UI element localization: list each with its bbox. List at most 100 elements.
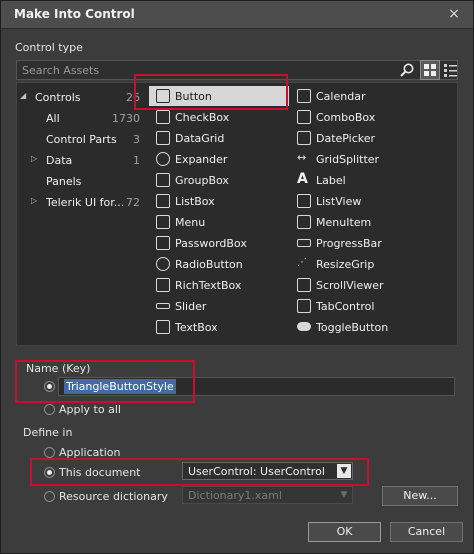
datagrid-icon bbox=[156, 131, 170, 145]
control-item-label: MenuItem bbox=[316, 216, 372, 229]
label-icon: A bbox=[297, 171, 308, 187]
define-in-highlight-box bbox=[30, 458, 369, 486]
list-view-icon[interactable] bbox=[441, 60, 459, 80]
control-item-label: GroupBox bbox=[175, 174, 229, 187]
control-item-label: Slider bbox=[175, 300, 207, 313]
textbox-icon bbox=[156, 320, 170, 334]
button-highlight-box bbox=[134, 74, 288, 110]
tree-item-label: Panels bbox=[46, 175, 82, 188]
passwordbox-icon bbox=[156, 236, 170, 250]
tree-item-data[interactable]: ▷ Data 1 bbox=[17, 151, 142, 171]
control-item-calendar[interactable]: Calendar bbox=[290, 86, 430, 106]
close-icon[interactable]: × bbox=[445, 5, 463, 23]
title-bar[interactable]: Make Into Control × bbox=[1, 1, 473, 29]
control-item-label: ToggleButton bbox=[316, 321, 389, 334]
tree-item-count: 1730 bbox=[112, 112, 140, 125]
define-in-heading: Define in bbox=[23, 426, 73, 439]
control-item-togglebutton[interactable]: ToggleButton bbox=[290, 317, 430, 337]
category-tree: ◢ Controls 26 All 1730 Control Parts 3 ▷… bbox=[17, 83, 144, 345]
tree-item-all[interactable]: All 1730 bbox=[17, 109, 142, 129]
tree-item-panels[interactable]: Panels bbox=[17, 172, 142, 192]
control-item-label: TabControl bbox=[316, 300, 375, 313]
dictionary-dropdown[interactable]: Dictionary1.xaml ▼ bbox=[182, 486, 353, 504]
menuitem-icon bbox=[297, 215, 311, 229]
control-item-checkbox[interactable]: CheckBox bbox=[149, 107, 289, 127]
control-item-label: PasswordBox bbox=[175, 237, 247, 250]
cancel-button[interactable]: Cancel bbox=[390, 522, 463, 542]
ok-button[interactable]: OK bbox=[308, 522, 381, 542]
tabcontrol-icon bbox=[297, 299, 311, 313]
calendar-icon bbox=[297, 89, 311, 103]
slider-icon bbox=[156, 303, 170, 309]
resource-dictionary-radio[interactable] bbox=[44, 491, 55, 502]
control-item-menuitem[interactable]: MenuItem bbox=[290, 212, 430, 232]
dialog-title: Make Into Control bbox=[14, 7, 135, 21]
grid-view-icon[interactable] bbox=[420, 60, 440, 80]
tree-item-controls[interactable]: ◢ Controls 26 bbox=[17, 88, 142, 108]
control-item-label: Label bbox=[316, 174, 346, 187]
tree-item-telerik[interactable]: ▷ Telerik UI for... 72 bbox=[17, 193, 142, 213]
control-item-tabcontrol[interactable]: TabControl bbox=[290, 296, 430, 316]
search-icon[interactable] bbox=[399, 62, 415, 78]
listview-icon bbox=[297, 194, 311, 208]
control-item-combobox[interactable]: ComboBox bbox=[290, 107, 430, 127]
tree-item-label: Controls bbox=[35, 91, 81, 104]
gridsplitter-icon: ↔ bbox=[297, 151, 307, 164]
apply-to-all-radio[interactable] bbox=[44, 404, 55, 415]
control-item-scrollviewer[interactable]: ScrollViewer bbox=[290, 275, 430, 295]
collapsed-arrow-icon[interactable]: ▷ bbox=[31, 196, 41, 208]
control-item-listview[interactable]: ListView bbox=[290, 191, 430, 211]
tree-item-label: All bbox=[46, 112, 60, 125]
listbox-icon bbox=[156, 194, 170, 208]
control-item-label: ScrollViewer bbox=[316, 279, 384, 292]
application-radio[interactable] bbox=[44, 447, 55, 458]
control-item-label: ProgressBar bbox=[316, 237, 382, 250]
control-item-radiobutton[interactable]: RadioButton bbox=[149, 254, 289, 274]
resizegrip-icon: ⋰ bbox=[297, 257, 307, 268]
control-item-gridsplitter[interactable]: ↔ GridSplitter bbox=[290, 149, 430, 169]
control-item-label-control[interactable]: A Label bbox=[290, 170, 430, 190]
progressbar-icon bbox=[297, 239, 311, 247]
control-item-label: TextBox bbox=[175, 321, 218, 334]
groupbox-icon bbox=[156, 173, 170, 187]
new-dictionary-button[interactable]: New... bbox=[382, 486, 458, 506]
control-item-label: ListView bbox=[316, 195, 362, 208]
control-item-label: RadioButton bbox=[175, 258, 243, 271]
combobox-icon bbox=[297, 110, 311, 124]
control-item-resizegrip[interactable]: ⋰ ResizeGrip bbox=[290, 254, 430, 274]
tree-item-label: Control Parts bbox=[46, 133, 117, 146]
control-item-datepicker[interactable]: DatePicker bbox=[290, 128, 430, 148]
control-item-richtextbox[interactable]: RichTextBox bbox=[149, 275, 289, 295]
control-item-datagrid[interactable]: DataGrid bbox=[149, 128, 289, 148]
control-item-menu[interactable]: Menu bbox=[149, 212, 289, 232]
tree-item-label: Telerik UI for... bbox=[46, 196, 125, 209]
control-item-listbox[interactable]: ListBox bbox=[149, 191, 289, 211]
tree-item-control-parts[interactable]: Control Parts 3 bbox=[17, 130, 142, 150]
control-item-label: Menu bbox=[175, 216, 206, 229]
control-item-textbox[interactable]: TextBox bbox=[149, 317, 289, 337]
control-item-slider[interactable]: Slider bbox=[149, 296, 289, 316]
expander-icon bbox=[156, 152, 170, 166]
collapsed-arrow-icon[interactable]: ▷ bbox=[31, 154, 41, 166]
asset-panel: ◢ Controls 26 All 1730 Control Parts 3 ▷… bbox=[16, 82, 458, 346]
richtextbox-icon bbox=[156, 278, 170, 292]
control-item-groupbox[interactable]: GroupBox bbox=[149, 170, 289, 190]
control-grid: Button Calendar CheckBox ComboBox DataGr… bbox=[144, 83, 457, 345]
control-item-label: RichTextBox bbox=[175, 279, 242, 292]
control-item-passwordbox[interactable]: PasswordBox bbox=[149, 233, 289, 253]
togglebutton-icon bbox=[297, 322, 311, 331]
tree-item-label: Data bbox=[46, 154, 73, 167]
control-item-label: GridSplitter bbox=[316, 153, 380, 166]
expanded-arrow-icon[interactable]: ◢ bbox=[20, 91, 30, 103]
control-item-label: ResizeGrip bbox=[316, 258, 375, 271]
radiobutton-icon bbox=[156, 257, 170, 271]
tree-item-count: 72 bbox=[126, 196, 140, 209]
chevron-down-icon[interactable]: ▼ bbox=[337, 488, 351, 502]
control-item-progressbar[interactable]: ProgressBar bbox=[290, 233, 430, 253]
control-item-label: DataGrid bbox=[175, 132, 225, 145]
apply-to-all-label: Apply to all bbox=[59, 403, 121, 416]
control-item-label: Calendar bbox=[316, 90, 366, 103]
control-item-label: ComboBox bbox=[316, 111, 376, 124]
scrollviewer-icon bbox=[297, 278, 311, 292]
control-item-expander[interactable]: Expander bbox=[149, 149, 289, 169]
